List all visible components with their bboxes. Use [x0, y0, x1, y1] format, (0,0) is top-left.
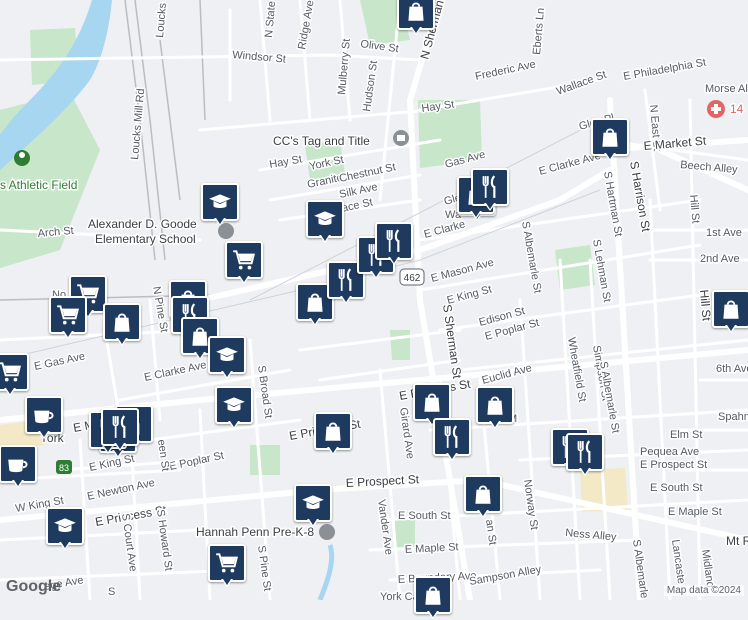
poi-marker-graduation-cap[interactable]: [208, 336, 246, 380]
svg-text:Morse Al: Morse Al: [705, 83, 748, 95]
hwy-83-shield: 83: [56, 460, 72, 474]
svg-text:6th Ave: 6th Ave: [716, 363, 748, 375]
restaurant-icon: [333, 267, 359, 293]
coffee-icon: [5, 451, 31, 477]
shopping-bag-icon: [302, 289, 328, 315]
shopping-bag-icon: [597, 124, 623, 150]
graduation-cap-icon: [207, 189, 233, 215]
svg-text:Mt R: Mt R: [726, 534, 748, 548]
poi-marker-restaurant[interactable]: [433, 418, 471, 462]
tag-title-icon: [393, 130, 409, 146]
svg-text:Elm St: Elm St: [670, 429, 702, 441]
graduation-cap-icon: [221, 392, 247, 418]
shopping-bag-icon: [320, 418, 346, 444]
restaurant-icon: [439, 424, 465, 450]
school-label-line2: Elementary School: [95, 232, 196, 246]
poi-marker-restaurant[interactable]: [471, 168, 509, 212]
svg-text:1st Ave: 1st Ave: [706, 227, 742, 239]
poi-marker-graduation-cap[interactable]: [306, 200, 344, 244]
svg-text:Spahn: Spahn: [718, 411, 748, 423]
map-canvas[interactable]: 462 83 14 s Athletic Field CC's Tag and …: [0, 0, 748, 600]
shopping-cart-icon: [0, 359, 23, 385]
poi-marker-shopping-bag[interactable]: [397, 0, 435, 36]
poi-marker-shopping-cart[interactable]: [0, 353, 29, 397]
hospital-icon: [707, 100, 725, 118]
poi-marker-shopping-bag[interactable]: [591, 118, 629, 162]
athletic-field-label: s Athletic Field: [0, 178, 77, 192]
restaurant-icon: [381, 228, 407, 254]
svg-text:E Prospect St: E Prospect St: [640, 459, 707, 471]
restaurant-icon: [572, 439, 598, 465]
school-label-line1: Alexander D. Goode: [88, 217, 197, 231]
restaurant-icon: [477, 174, 503, 200]
svg-text:E South St: E South St: [398, 510, 451, 522]
athletic-field-icon: [14, 150, 30, 166]
shopping-bag-icon: [419, 389, 445, 415]
graduation-cap-icon: [52, 513, 78, 539]
svg-text:462: 462: [404, 273, 421, 284]
hospital-number: 14: [730, 102, 744, 116]
poi-marker-shopping-bag[interactable]: [103, 303, 141, 347]
poi-marker-shopping-cart[interactable]: [49, 296, 87, 340]
poi-marker-restaurant[interactable]: [375, 222, 413, 266]
svg-text:E South St: E South St: [650, 482, 703, 494]
tag-title-label: CC's Tag and Title: [273, 134, 370, 148]
coffee-icon: [31, 402, 57, 428]
poi-marker-graduation-cap[interactable]: [215, 386, 253, 430]
svg-text:S: S: [108, 586, 115, 598]
graduation-cap-icon: [300, 490, 326, 516]
graduation-cap-icon: [214, 342, 240, 368]
poi-marker-restaurant[interactable]: [101, 408, 139, 452]
svg-text:2nd Ave: 2nd Ave: [700, 253, 740, 265]
graduation-cap-icon: [312, 206, 338, 232]
svg-text:Hill St: Hill St: [687, 194, 701, 224]
shopping-bag-icon: [420, 582, 446, 608]
svg-text:Pequea Ave: Pequea Ave: [640, 446, 699, 458]
poi-marker-restaurant[interactable]: [566, 433, 604, 477]
poi-marker-graduation-cap[interactable]: [294, 484, 332, 528]
shopping-cart-icon: [214, 550, 240, 576]
poi-marker-shopping-bag[interactable]: [712, 290, 748, 334]
shopping-bag-icon: [718, 296, 744, 322]
poi-marker-shopping-bag[interactable]: [414, 576, 452, 620]
shopping-bag-icon: [470, 481, 496, 507]
shopping-cart-icon: [55, 302, 81, 328]
poi-marker-shopping-cart[interactable]: [225, 241, 263, 285]
route-462-shield: 462: [399, 268, 425, 286]
poi-marker-shopping-bag[interactable]: [464, 475, 502, 519]
poi-marker-shopping-bag[interactable]: [476, 386, 514, 430]
poi-marker-coffee[interactable]: [0, 445, 37, 489]
shopping-bag-icon: [482, 392, 508, 418]
poi-marker-shopping-cart[interactable]: [208, 544, 246, 588]
poi-marker-graduation-cap[interactable]: [201, 183, 239, 227]
shopping-bag-icon: [109, 309, 135, 335]
svg-text:83: 83: [59, 463, 69, 473]
svg-text:E Maple St: E Maple St: [668, 506, 722, 518]
poi-marker-coffee[interactable]: [25, 396, 63, 440]
google-logo: Google: [6, 578, 62, 595]
shopping-bag-icon: [403, 0, 429, 24]
map-attribution[interactable]: Map data ©2024: [663, 585, 744, 596]
poi-marker-shopping-bag[interactable]: [314, 412, 352, 456]
poi-marker-graduation-cap[interactable]: [46, 507, 84, 551]
shopping-cart-icon: [231, 247, 257, 273]
restaurant-icon: [107, 414, 133, 440]
